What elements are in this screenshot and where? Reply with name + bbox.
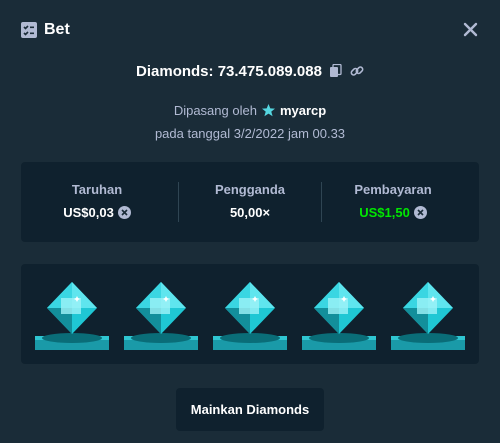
gem-tile [33, 278, 111, 356]
gem-tile [211, 278, 289, 356]
currency-icon [117, 206, 131, 219]
star-icon [261, 103, 275, 116]
diamond-gem-icon [391, 282, 465, 350]
copy-icon[interactable] [329, 64, 343, 78]
bet-stats-panel: Taruhan US$0,03 Pengganda 50,00× Pembaya… [21, 162, 479, 242]
placed-by-label: Dipasang oleh [173, 102, 257, 118]
placed-by-row: Dipasang oleh myarcp [0, 101, 500, 119]
stat-value-row: 50,00× [174, 205, 326, 220]
username-link[interactable]: myarcp [280, 103, 326, 118]
gem-tile [389, 278, 467, 356]
game-title-row: Diamonds: 73.475.089.088 [0, 60, 500, 82]
stat-value: 50,00× [229, 205, 271, 220]
link-icon[interactable] [350, 64, 364, 78]
stat-label: Pengganda [214, 182, 286, 197]
modal-title: Bet [44, 21, 70, 38]
game-id-label: Diamonds: 73.475.089.088 [136, 62, 322, 80]
stat-payout: Pembayaran US$1,50 [317, 162, 469, 242]
gem-board [21, 264, 479, 364]
gem-tile [122, 278, 200, 356]
stat-label: Pembayaran [354, 182, 432, 197]
play-diamonds-button[interactable]: Mainkan Diamonds [176, 388, 324, 431]
modal-header: Bet [0, 0, 500, 60]
stat-value-row: US$0,03 [21, 205, 173, 220]
currency-icon [413, 206, 427, 219]
stat-value-row: US$1,50 [317, 205, 469, 220]
gem-tile [300, 278, 378, 356]
diamond-gem-icon [35, 282, 109, 350]
diamond-gem-icon [302, 282, 376, 350]
diamond-gem-icon [124, 282, 198, 350]
stat-label: Taruhan [71, 182, 123, 197]
stat-value: US$1,50 [359, 205, 410, 220]
stat-multiplier: Pengganda 50,00× [174, 162, 326, 242]
diamond-gem-icon [213, 282, 287, 350]
stat-value: US$0,03 [63, 205, 114, 220]
bet-slip-icon [21, 22, 37, 38]
stat-wager: Taruhan US$0,03 [21, 162, 173, 242]
bet-date: pada tanggal 3/2/2022 jam 00.33 [154, 126, 346, 141]
close-icon[interactable] [462, 21, 479, 38]
